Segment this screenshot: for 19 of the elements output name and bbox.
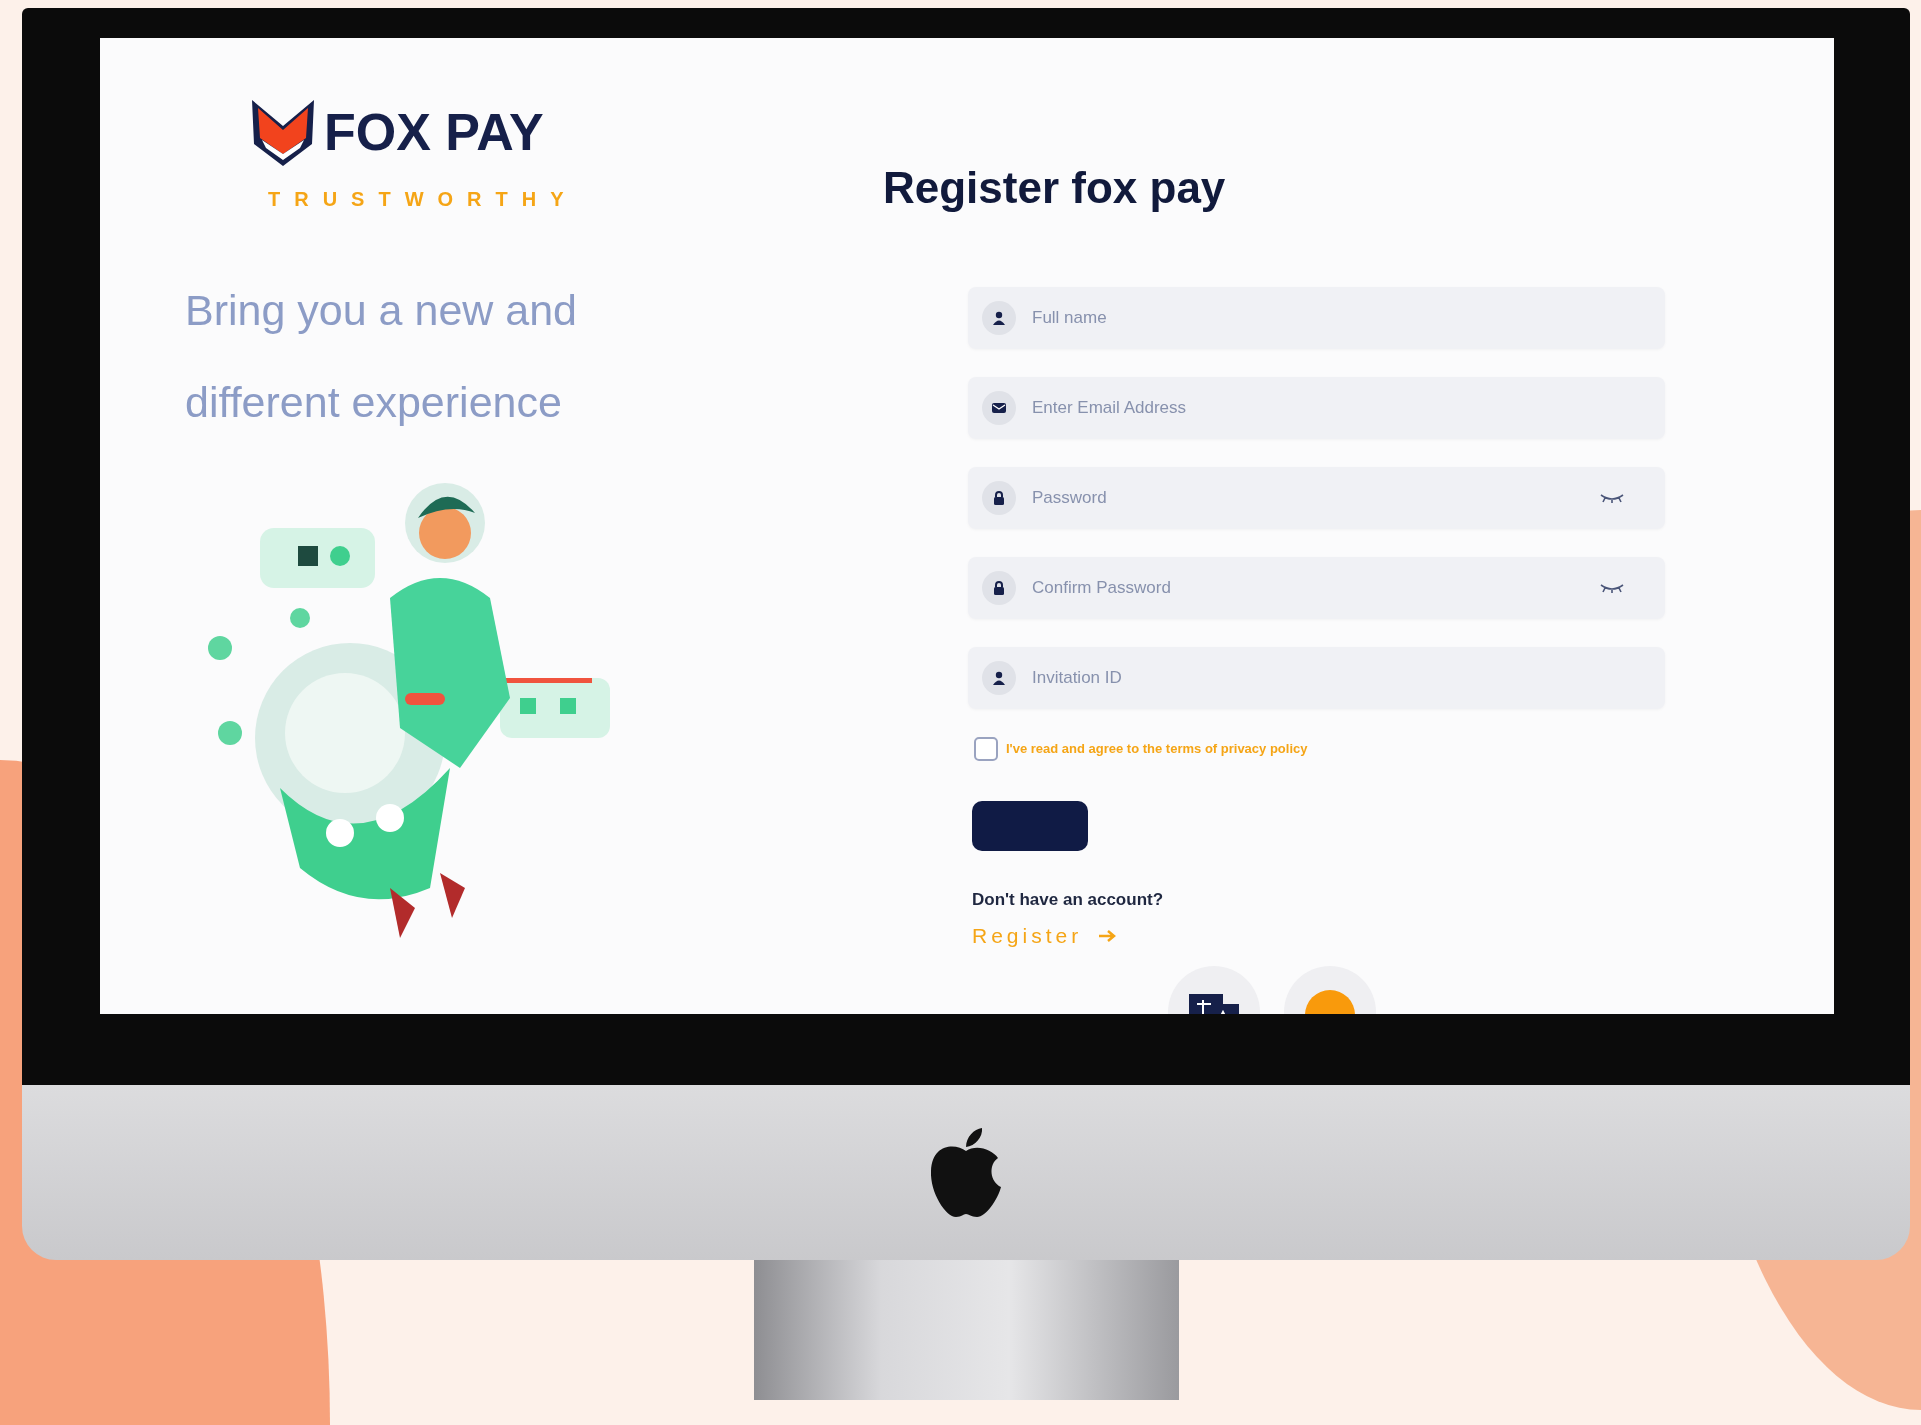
brand-tagline: TRUSTWORTHY [268,187,579,212]
hero-text: Bring you a new and [185,285,579,336]
closed-eye-icon[interactable] [1599,581,1625,594]
arrow-right-icon [1098,929,1117,944]
account-prompt: Don't have an account? [972,888,1165,911]
input-field[interactable]: Confirm Password [968,556,1665,619]
agreement-checkbox[interactable] [974,736,998,761]
register-link[interactable]: Register [972,920,1083,952]
submit-button[interactable] [972,800,1088,851]
closed-eye-icon[interactable] [1599,491,1625,504]
input-field[interactable]: Enter Email Address [968,376,1665,439]
hero-text: different experience [185,377,563,428]
fruit-logo-icon [928,1126,1004,1219]
form-title: Register fox pay [883,162,1227,214]
brand-name: FOX PAY [324,106,544,158]
agreement-label: I've read and agree to the terms of privacy policy [1006,740,1308,759]
input-field[interactable]: Password [968,466,1665,529]
input-field[interactable]: Invitation ID [968,646,1665,709]
input-field[interactable]: Full name [968,286,1665,349]
